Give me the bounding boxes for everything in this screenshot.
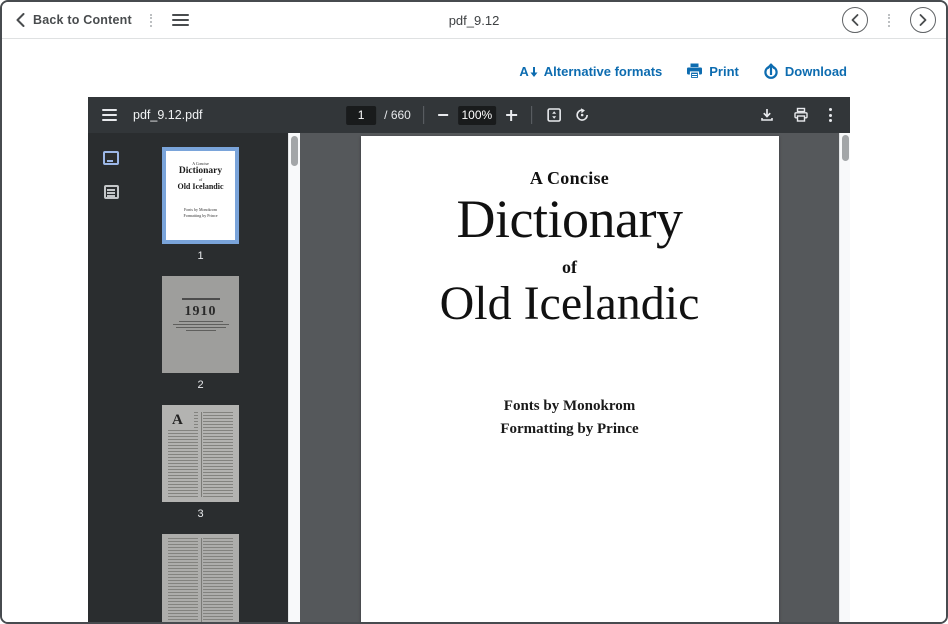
pdf-body: A Concise Dictionary of Old Icelandic Fo… xyxy=(88,133,850,622)
download-link[interactable]: Download xyxy=(763,63,847,79)
thumbnail-image: A xyxy=(162,405,239,502)
fit-to-page-button[interactable] xyxy=(544,105,564,125)
dotted-divider xyxy=(150,14,152,27)
page-number-input[interactable] xyxy=(346,106,376,125)
doc-title-line4: Old Icelandic xyxy=(361,278,779,331)
plus-icon xyxy=(506,110,517,121)
viewer-scrollbar[interactable] xyxy=(839,133,850,622)
document-outline-icon[interactable] xyxy=(104,185,119,199)
doc-title-line2: Dictionary xyxy=(361,189,779,249)
sidebar-rail xyxy=(88,133,134,622)
mini-title-2: Old Icelandic xyxy=(166,182,235,191)
content-area: A Alternative formats Print xyxy=(2,39,946,622)
zoom-in-button[interactable] xyxy=(504,108,519,123)
thumbnail-view-icon[interactable] xyxy=(103,151,119,165)
back-to-content-button[interactable]: Back to Content xyxy=(16,13,132,27)
year-text: 1910 xyxy=(162,304,239,319)
thumbnail-page-2[interactable]: 1910 2 xyxy=(162,276,288,395)
pdf-print-button[interactable] xyxy=(791,105,811,125)
mini-credits: Fonts by Monokrom Formatting by Prince xyxy=(166,207,235,219)
thumbnail-image xyxy=(162,534,239,622)
alternative-formats-label: Alternative formats xyxy=(544,64,662,79)
page-title: pdf_9.12 xyxy=(449,13,500,28)
pdf-filename: pdf_9.12.pdf xyxy=(133,108,203,122)
thumbnail-page-number: 1 xyxy=(162,244,239,266)
print-label: Print xyxy=(709,64,739,79)
pdf-download-button[interactable] xyxy=(757,105,777,125)
fit-page-icon xyxy=(546,107,562,123)
chevron-right-icon xyxy=(919,14,927,26)
thumbnail-page-1[interactable]: A Concise Dictionary of Old Icelandic Fo… xyxy=(162,147,288,266)
printer-icon xyxy=(793,107,809,123)
sidebar-scrollbar[interactable] xyxy=(288,133,300,622)
minus-icon xyxy=(438,114,448,116)
menu-hamburger-icon[interactable] xyxy=(170,10,191,30)
printer-icon xyxy=(686,63,703,79)
thumbnail-image: A Concise Dictionary of Old Icelandic Fo… xyxy=(162,147,239,244)
dotted-divider xyxy=(888,14,890,27)
zoom-out-button[interactable] xyxy=(436,112,450,118)
doc-title-line1: A Concise xyxy=(361,168,779,189)
pdf-page-area: A Concise Dictionary of Old Icelandic Fo… xyxy=(300,133,839,622)
more-options-icon[interactable] xyxy=(825,106,836,124)
alternative-formats-icon: A xyxy=(519,65,537,78)
thumbnail-image: 1910 xyxy=(162,276,239,373)
mini-title: Dictionary xyxy=(166,166,235,177)
next-item-button[interactable] xyxy=(910,7,936,33)
letter-a: A xyxy=(172,412,185,430)
pdf-viewer: pdf_9.12.pdf / 660 100% xyxy=(88,97,850,622)
thumbnail-page-3[interactable]: A 3 xyxy=(162,405,288,524)
page-count-label: / 660 xyxy=(384,108,411,122)
download-icon xyxy=(763,63,779,79)
thumbnail-page-4[interactable]: 4 xyxy=(162,534,288,622)
scrollbar-thumb[interactable] xyxy=(291,136,298,166)
document-actions: A Alternative formats Print xyxy=(519,63,847,79)
thumbnail-page-number: 3 xyxy=(162,502,239,524)
pdf-toolbar: pdf_9.12.pdf / 660 100% xyxy=(88,97,850,133)
back-label: Back to Content xyxy=(33,13,132,27)
toolbar-divider xyxy=(423,106,424,124)
app-window: Back to Content pdf_9.12 A xyxy=(0,0,948,624)
doc-title-line3: of xyxy=(361,257,779,278)
alternative-formats-link[interactable]: A Alternative formats xyxy=(519,64,662,79)
print-link[interactable]: Print xyxy=(686,63,739,79)
scrollbar-thumb[interactable] xyxy=(842,135,849,161)
chevron-left-icon xyxy=(851,14,859,26)
previous-item-button[interactable] xyxy=(842,7,868,33)
download-icon xyxy=(759,107,775,123)
rotate-ccw-icon xyxy=(574,107,590,123)
zoom-level: 100% xyxy=(458,106,496,125)
doc-credits: Fonts by Monokrom Formatting by Prince xyxy=(361,395,779,440)
rotate-button[interactable] xyxy=(572,105,592,125)
chevron-left-icon xyxy=(16,13,25,27)
toolbar-divider xyxy=(531,106,532,124)
top-navigation-bar: Back to Content pdf_9.12 xyxy=(2,2,946,39)
thumbnail-page-number: 2 xyxy=(162,373,239,395)
pdf-page: A Concise Dictionary of Old Icelandic Fo… xyxy=(361,136,779,622)
pdf-menu-icon[interactable] xyxy=(102,109,117,121)
download-label: Download xyxy=(785,64,847,79)
thumbnail-list: A Concise Dictionary of Old Icelandic Fo… xyxy=(134,133,288,622)
thumbnail-sidebar: A Concise Dictionary of Old Icelandic Fo… xyxy=(88,133,288,622)
